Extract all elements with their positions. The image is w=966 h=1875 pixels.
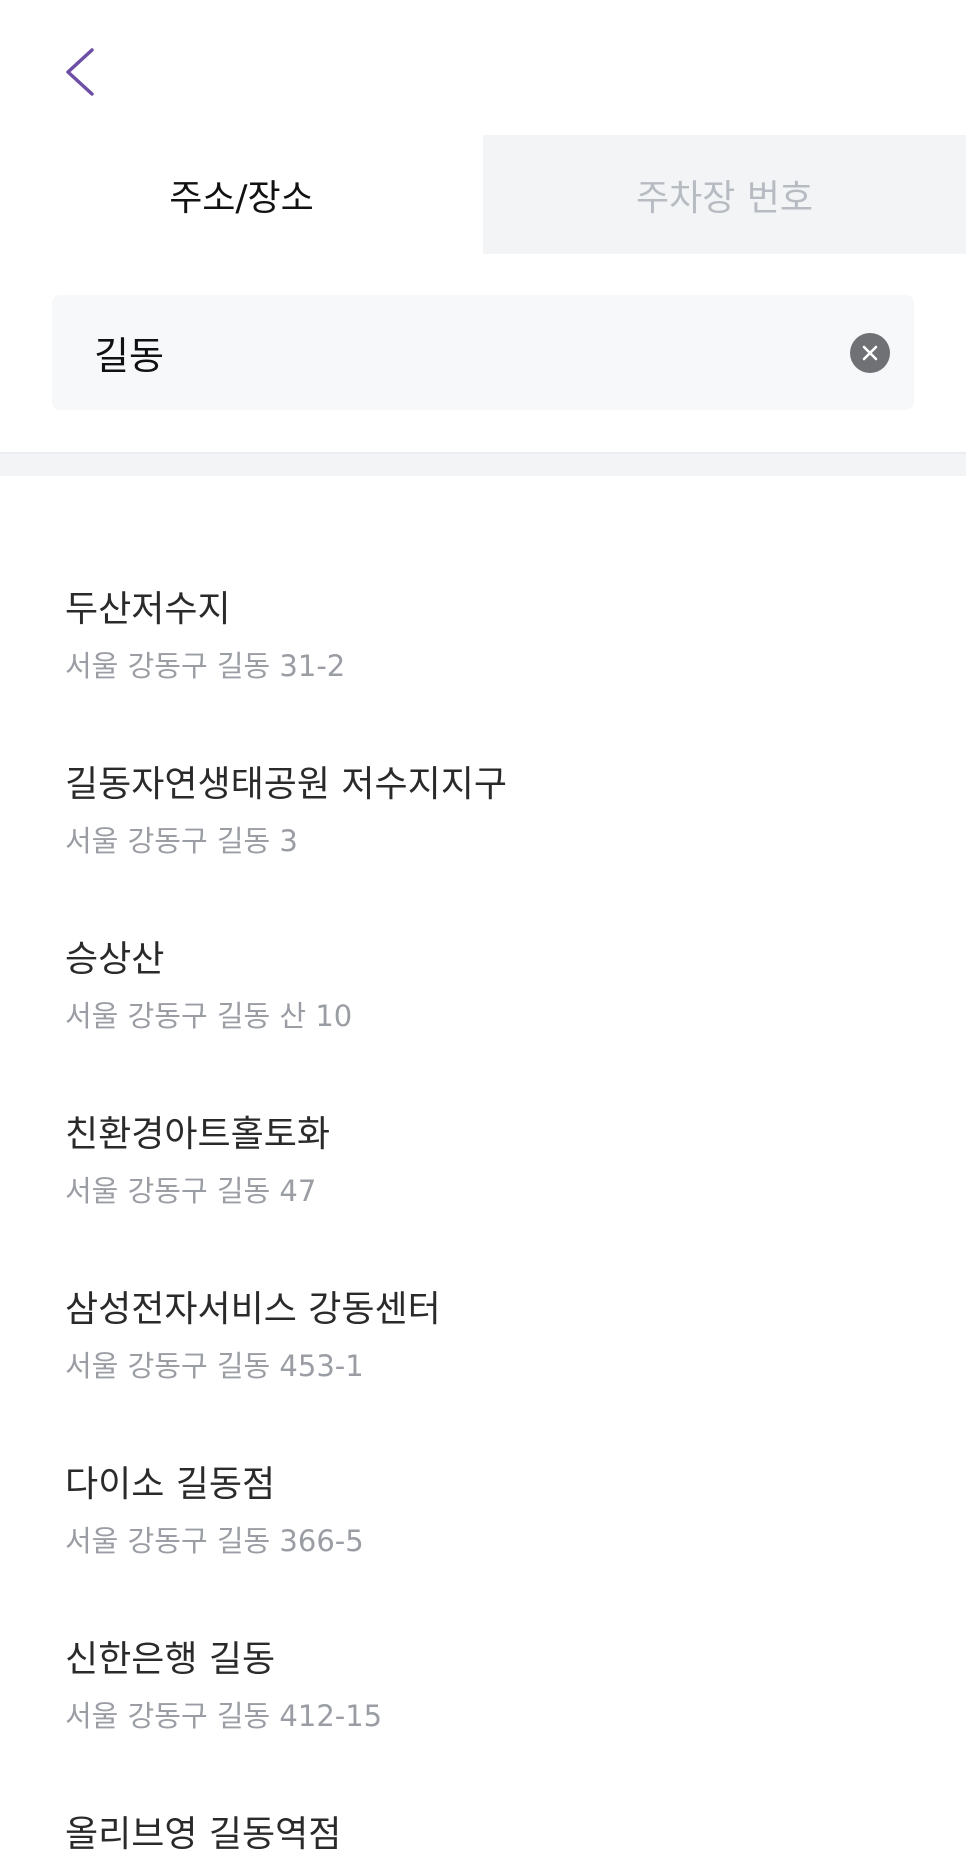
result-item[interactable]: 승상산 서울 강동구 길동 산 10	[0, 936, 966, 1096]
result-address: 서울 강동구 길동 412-15	[65, 1699, 383, 1733]
search-box	[52, 295, 914, 410]
back-button[interactable]	[52, 40, 108, 104]
result-address: 서울 강동구 길동 3	[65, 824, 298, 858]
result-name: 올리브영 길동역점	[65, 1814, 342, 1855]
result-item[interactable]: 삼성전자서비스 강동센터 서울 강동구 길동 453-1	[0, 1286, 966, 1446]
clear-button[interactable]	[850, 332, 890, 373]
clear-icon	[862, 345, 878, 360]
result-item[interactable]: 다이소 길동점 서울 강동구 길동 366-5	[0, 1461, 966, 1621]
result-name: 두산저수지	[65, 589, 231, 630]
chevron-left-icon	[66, 48, 94, 96]
result-address: 서울 강동구 길동 366-5	[65, 1524, 364, 1558]
result-name: 삼성전자서비스 강동센터	[65, 1289, 441, 1330]
search-input[interactable]	[94, 322, 850, 383]
tab-address-place[interactable]: 주소/장소	[0, 135, 483, 254]
result-item[interactable]: 두산저수지 서울 강동구 길동 31-2	[0, 586, 966, 746]
tab-parking-number[interactable]: 주차장 번호	[483, 135, 966, 254]
result-name: 다이소 길동점	[65, 1464, 276, 1505]
top-bar	[0, 0, 966, 135]
result-item[interactable]: 올리브영 길동역점	[0, 1811, 966, 1875]
result-name: 승상산	[65, 939, 165, 980]
result-item[interactable]: 길동자연생태공원 저수지지구 서울 강동구 길동 3	[0, 761, 966, 921]
result-name: 길동자연생태공원 저수지지구	[65, 764, 508, 805]
tab-bar: 주소/장소 주차장 번호	[0, 135, 966, 254]
section-divider	[0, 452, 966, 476]
result-address: 서울 강동구 길동 453-1	[65, 1349, 364, 1383]
result-address: 서울 강동구 길동 31-2	[65, 649, 346, 683]
result-name: 신한은행 길동	[65, 1639, 276, 1680]
result-address: 서울 강동구 길동 산 10	[65, 999, 353, 1033]
result-name: 친환경아트홀토화	[65, 1114, 330, 1155]
result-item[interactable]: 신한은행 길동 서울 강동구 길동 412-15	[0, 1636, 966, 1796]
result-item[interactable]: 친환경아트홀토화 서울 강동구 길동 47	[0, 1111, 966, 1271]
result-address: 서울 강동구 길동 47	[65, 1174, 317, 1208]
